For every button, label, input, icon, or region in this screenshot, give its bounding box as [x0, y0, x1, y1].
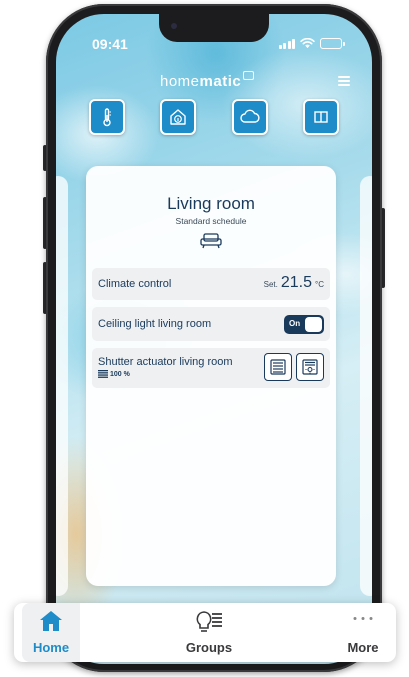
tab-groups[interactable]: Groups [174, 603, 244, 662]
ceiling-light-toggle[interactable]: On [284, 315, 324, 334]
status-time: 09:41 [92, 36, 128, 52]
quick-actions [89, 99, 339, 135]
tab-more-label: More [347, 640, 379, 655]
phone-screen: 09:41 homematic Living room Standard sch… [56, 14, 372, 664]
tab-groups-label: Groups [185, 640, 233, 655]
climate-shortcut-button[interactable] [89, 99, 125, 135]
climate-control-label: Climate control [98, 278, 172, 290]
menu-icon[interactable] [338, 76, 350, 88]
room-card: Living room Standard schedule Climate co… [86, 166, 336, 586]
tab-home[interactable]: Home [22, 603, 80, 662]
app-logo: homematic [160, 71, 255, 90]
shutter-level: 100 % [98, 370, 130, 378]
weather-button[interactable] [231, 99, 268, 135]
shutter-close-button[interactable] [264, 353, 292, 381]
shutter-actuator-row[interactable]: Shutter actuator living room 100 % [92, 348, 330, 388]
home-status-button[interactable] [160, 99, 197, 135]
status-icons [278, 38, 345, 49]
camera [171, 23, 177, 29]
notch [159, 14, 269, 42]
ceiling-light-label: Ceiling light living room [98, 318, 212, 330]
cloud-icon [239, 109, 260, 123]
tab-bar: Home Groups More [14, 603, 396, 662]
window-contact-button[interactable] [302, 99, 339, 135]
climate-control-row[interactable]: Climate control Set. 21.5 °C [92, 268, 330, 300]
tab-home-label: Home [32, 640, 70, 655]
shutter-actuator-label: Shutter actuator living room [98, 356, 233, 368]
shutter-open-sun-icon [302, 359, 318, 375]
window-icon [314, 111, 328, 123]
tab-more[interactable]: More [336, 603, 390, 662]
room-schedule: Standard schedule [175, 216, 247, 226]
wifi-icon [300, 38, 315, 49]
sofa-icon [200, 233, 222, 249]
previous-room-card[interactable] [56, 176, 68, 596]
house-info-icon [170, 109, 187, 125]
setpoint-temperature: Set. 21.5 °C [263, 274, 324, 291]
battery-icon [320, 38, 345, 49]
shutter-open-button[interactable] [296, 353, 324, 381]
next-room-card[interactable] [360, 176, 372, 596]
ceiling-light-row[interactable]: Ceiling light living room On [92, 307, 330, 341]
shutter-closed-icon [270, 359, 286, 375]
shutter-level-icon [98, 370, 108, 378]
house-icon [40, 611, 62, 631]
bulb-list-icon [196, 611, 222, 632]
cellular-signal-icon [278, 38, 295, 49]
room-title: Living room [167, 194, 255, 213]
thermometer-icon [103, 108, 111, 127]
more-dots-icon [353, 617, 373, 620]
